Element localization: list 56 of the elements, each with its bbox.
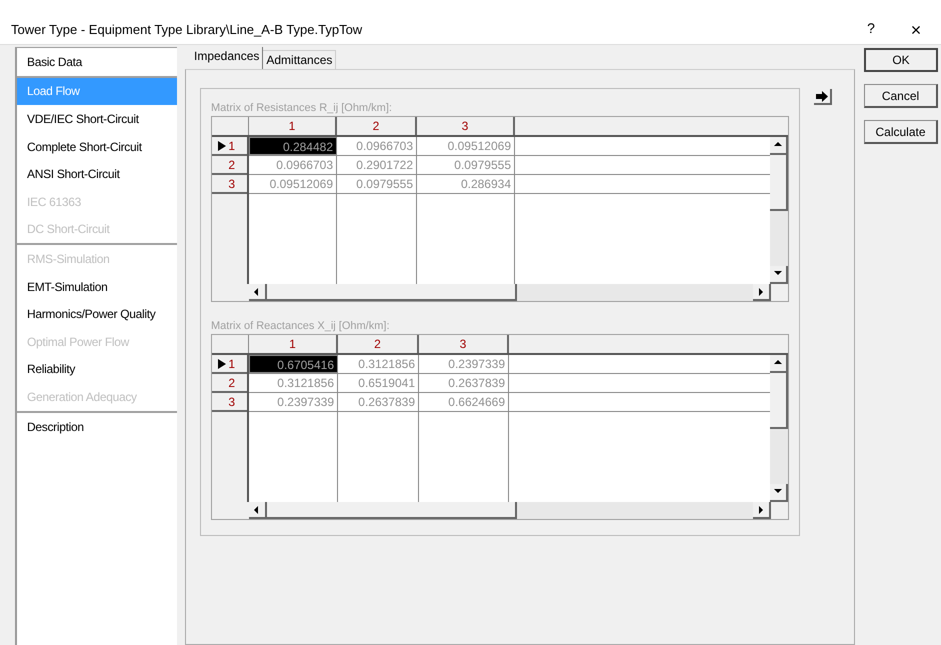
column-header: 3 bbox=[417, 117, 515, 135]
horizontal-scrollbar[interactable] bbox=[249, 502, 771, 519]
sidebar-item[interactable]: Description bbox=[17, 412, 177, 440]
table-cell: 0.3121856 bbox=[338, 355, 419, 373]
matrix-label: Matrix of Resistances R_ij [Ohm/km]: bbox=[211, 101, 393, 115]
row-header: 3 bbox=[212, 393, 247, 412]
column-header: 3 bbox=[419, 335, 509, 353]
row-header: 3 bbox=[212, 175, 247, 194]
table-cell: 0.09512069 bbox=[249, 175, 337, 193]
sidebar-item[interactable]: Reliability bbox=[17, 356, 177, 384]
tab[interactable]: Admittances bbox=[263, 50, 336, 69]
window-title: Tower Type - Equipment Type Library\Line_A-B Type.TypTow bbox=[11, 20, 364, 39]
table-cell: 0.0979555 bbox=[337, 175, 417, 193]
dialog-button[interactable]: OK bbox=[864, 48, 938, 72]
row-header: 2 bbox=[212, 156, 247, 175]
right-arrow-icon bbox=[816, 90, 828, 102]
vertical-scrollbar[interactable] bbox=[770, 137, 788, 284]
dialog-button[interactable]: Cancel bbox=[864, 84, 938, 108]
table-cell: 0.2397339 bbox=[249, 393, 338, 411]
table-cell: 0.3121856 bbox=[249, 374, 338, 392]
sidebar-item[interactable]: Complete Short-Circuit bbox=[17, 132, 177, 160]
horizontal-scrollbar[interactable] bbox=[249, 284, 771, 301]
table-cell: 0.284482 bbox=[249, 137, 337, 155]
sidebar-item[interactable]: EMT-Simulation bbox=[17, 272, 177, 300]
row-header: 1 bbox=[212, 355, 247, 374]
table-cell: 0.0979555 bbox=[417, 156, 515, 174]
row-pointer-icon bbox=[218, 358, 226, 368]
scroll-right-icon[interactable] bbox=[756, 504, 766, 514]
table-cell: 0.0966703 bbox=[249, 156, 337, 174]
dialog-button[interactable]: Calculate bbox=[864, 120, 938, 144]
help-button[interactable]: ? bbox=[856, 18, 886, 39]
table-cell: 0.2637839 bbox=[338, 393, 419, 411]
table-cell: 0.2397339 bbox=[419, 355, 509, 373]
sidebar-item[interactable]: ANSI Short-Circuit bbox=[17, 160, 177, 188]
table-cell: 0.2637839 bbox=[419, 374, 509, 392]
table-cell: 0.6519041 bbox=[338, 374, 419, 392]
table-cell: 0.286934 bbox=[417, 175, 515, 193]
sidebar-item[interactable]: Harmonics/Power Quality bbox=[17, 300, 177, 328]
row-header: 2 bbox=[212, 374, 247, 393]
column-header: 2 bbox=[338, 335, 419, 353]
vertical-scrollbar[interactable] bbox=[770, 355, 788, 502]
scroll-right-icon[interactable] bbox=[756, 286, 766, 296]
column-header: 1 bbox=[249, 117, 337, 135]
column-header: 2 bbox=[337, 117, 417, 135]
column-header: 1 bbox=[249, 335, 338, 353]
table-cell: 0.09512069 bbox=[417, 137, 515, 155]
row-pointer-icon bbox=[218, 140, 226, 150]
table-cell: 0.0966703 bbox=[337, 137, 417, 155]
table-cell: 0.2901722 bbox=[337, 156, 417, 174]
table-cell: 0.6624669 bbox=[419, 393, 509, 411]
sidebar-item[interactable]: Basic Data bbox=[17, 48, 177, 76]
row-header: 1 bbox=[212, 137, 247, 156]
close-button[interactable]: × bbox=[901, 21, 931, 39]
table-cell: 0.6705416 bbox=[249, 355, 338, 373]
matrix-label: Matrix of Reactances X_ij [Ohm/km]: bbox=[211, 319, 390, 333]
sidebar-item[interactable]: VDE/IEC Short-Circuit bbox=[17, 105, 177, 133]
